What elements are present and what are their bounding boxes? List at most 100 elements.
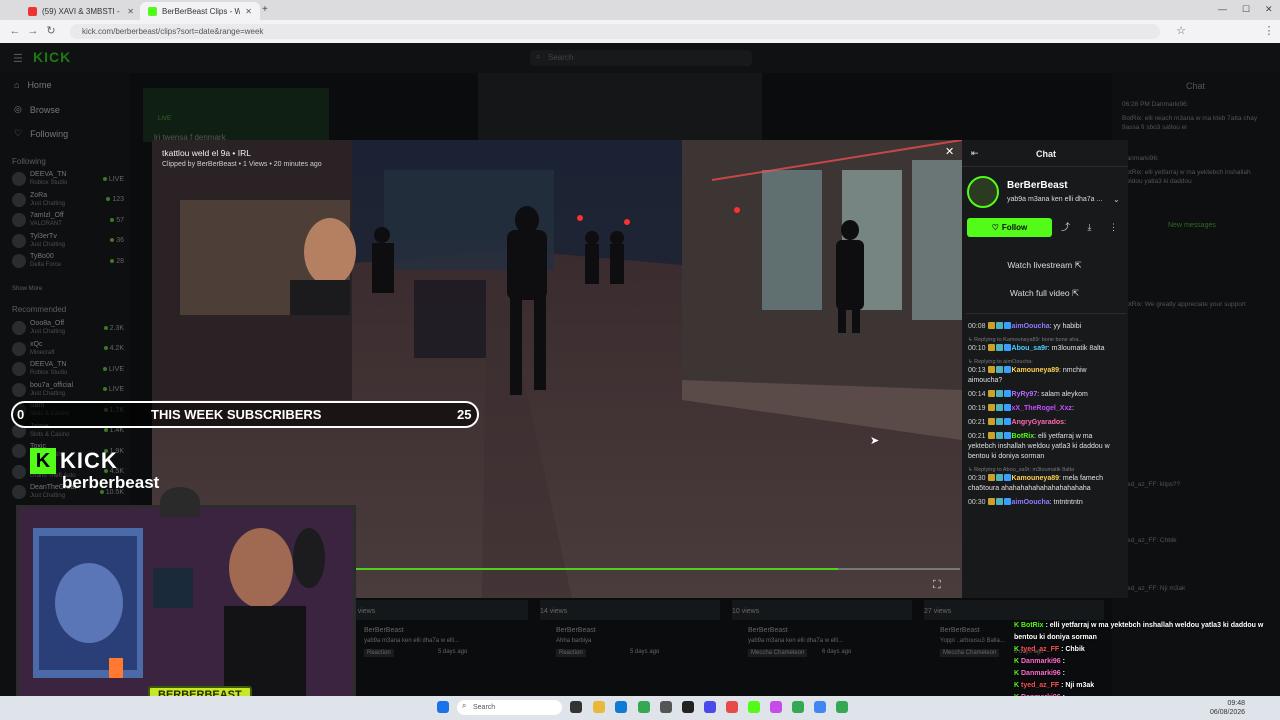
url-field[interactable]: kick.com/berberbeast/clips?sort=date&ran… — [70, 24, 1160, 39]
kick-k-icon: K — [1014, 670, 1021, 677]
kick-k-icon: K — [1014, 682, 1021, 689]
viewer-count-text: 4.2K — [109, 345, 124, 352]
kick-favicon-icon — [148, 6, 157, 16]
message-username[interactable]: aimOoucha — [1012, 499, 1050, 506]
app-icon[interactable] — [660, 701, 672, 713]
bg-chat-line: BotRix: elli reiach m3ana w ma kteb 7att… — [1122, 115, 1258, 131]
following-item[interactable]: ZoRa Just Chatting 123 — [12, 190, 124, 210]
message-username[interactable]: Kamouneya89 — [1012, 475, 1059, 482]
clip-tag[interactable]: Reaction — [556, 649, 586, 657]
windows-start-icon[interactable] — [437, 701, 449, 713]
chrome-icon[interactable] — [814, 701, 826, 713]
browser-tab-youtube[interactable]: (59) XAVI & 3MBSTI - OKI (Offic... ✕ — [20, 2, 142, 20]
sidebar-nav-following[interactable]: ♡ Following — [14, 128, 68, 139]
reply-context: ↳ Replying to aimOoucha: — [968, 359, 1033, 365]
hamburger-icon[interactable]: ☰ — [13, 52, 23, 65]
message-username[interactable]: AngryGyarados — [1012, 419, 1065, 426]
chrome-icon[interactable] — [792, 701, 804, 713]
following-item[interactable]: 7amIzl_Off VALORANT 57 — [12, 210, 124, 230]
video-progress-filled[interactable] — [352, 568, 839, 570]
message-username[interactable]: Kamouneya89 — [1012, 367, 1059, 374]
user-badge-icon — [995, 344, 1003, 351]
watch-livestream-button[interactable]: Watch livestream ⇱ — [967, 254, 1122, 276]
recommended-item[interactable]: bou7a_official Just Chatting LIVE — [12, 380, 124, 400]
clip-age: 5 days ago — [438, 649, 468, 655]
kick-app-icon[interactable] — [748, 701, 760, 713]
following-item[interactable]: Tyl3erTv Just Chatting 36 — [12, 231, 124, 251]
kick-logo[interactable]: KICK — [33, 49, 71, 65]
chat-message: 00:08 aimOoucha: yy habibi — [968, 322, 1120, 332]
viewer-count: 57 — [110, 217, 124, 224]
clip-tag[interactable]: Reaction — [364, 649, 394, 657]
channel-category: Just Chatting — [30, 329, 66, 335]
close-tab-icon[interactable]: ✕ — [127, 7, 134, 16]
reload-icon[interactable]: ↻ — [44, 24, 58, 38]
viewer-count: 1.4K — [103, 427, 124, 434]
kick-search-input[interactable]: Search — [530, 50, 752, 66]
viewer-count-text: 1.4K — [109, 427, 124, 434]
share-icon[interactable]: ⤴ — [1056, 218, 1075, 237]
back-icon[interactable]: ← — [8, 24, 22, 38]
obs-icon[interactable] — [682, 701, 694, 713]
mail-icon[interactable] — [704, 701, 716, 713]
clip-tag[interactable]: Meccha Chameleon — [748, 649, 808, 657]
overlay-chat-text: : Nji m3ak — [1059, 682, 1095, 689]
maximize-icon[interactable]: ☐ — [1242, 4, 1250, 15]
bookmark-star-icon[interactable]: ☆ — [1174, 24, 1188, 38]
avatar — [12, 444, 26, 458]
new-tab-button[interactable]: + — [262, 4, 268, 15]
minimize-icon[interactable]: — — [1218, 4, 1227, 14]
taskbar-search[interactable]: Search — [457, 700, 562, 715]
right-chat-title: Chat — [1186, 81, 1206, 91]
file-explorer-icon[interactable] — [593, 701, 605, 713]
streamer-avatar[interactable] — [967, 176, 999, 208]
message-username[interactable]: xX_TheRogel_Xxz — [1012, 405, 1072, 412]
message-username[interactable]: Abou_sa9r — [1012, 345, 1048, 352]
window-close-icon[interactable]: ✕ — [1265, 4, 1273, 15]
fullscreen-icon[interactable]: ⛶ — [933, 579, 941, 592]
download-icon[interactable]: ⤓ — [1080, 218, 1099, 237]
app-icon[interactable] — [770, 701, 782, 713]
app-icon[interactable] — [726, 701, 738, 713]
reply-context: ↳ Replying to Abou_sa9r: m3loumatik 8alt… — [968, 467, 1075, 473]
following-item[interactable]: TyBo00 Delta Force 28 — [12, 251, 124, 271]
edge-icon[interactable] — [615, 701, 627, 713]
clip-tag[interactable]: Meccha Chameleon — [940, 649, 1000, 657]
message-username[interactable]: aimOoucha — [1012, 323, 1050, 330]
browser-tab-kick[interactable]: BerBerBeast Clips - Watch ... ✕ — [140, 2, 260, 20]
message-username[interactable]: BotRix — [1012, 433, 1035, 440]
forward-icon[interactable]: → — [26, 24, 40, 38]
streamer-name[interactable]: BerBerBeast — [1007, 180, 1068, 191]
user-badge-icon — [987, 344, 995, 351]
clock-date: 06/08/2026 — [1210, 709, 1246, 716]
live-dot — [102, 387, 107, 391]
close-tab-icon[interactable]: ✕ — [245, 7, 252, 16]
message-text: : salam aleykom — [1037, 391, 1088, 398]
follow-button[interactable]: ♡ Follow — [967, 218, 1052, 237]
recommended-item[interactable]: DEEVA_TN Roblox Studio LIVE — [12, 359, 124, 379]
following-item[interactable]: DEEVA_TN Roblox Studio LIVE — [12, 169, 124, 189]
chat-message: 00:30 aimOoucha: tntntntntn — [968, 498, 1120, 508]
channel-text: Ooo8a_Off Just Chatting — [30, 319, 100, 337]
user-badge-icon — [995, 418, 1003, 425]
recommended-item[interactable]: xQc Minecraft 4.2K — [12, 339, 124, 359]
live-dot — [106, 197, 111, 201]
channel-text: ZoRa Just Chatting — [30, 191, 102, 209]
browser-menu-icon[interactable]: ⋮ — [1262, 24, 1276, 38]
chrome-icon[interactable] — [836, 701, 848, 713]
recommended-item[interactable]: Ooo8a_Off Just Chatting 2.3K — [12, 318, 124, 338]
chrome-icon[interactable] — [638, 701, 650, 713]
clip-author: BerBerBeast — [364, 627, 404, 634]
video-progress-remaining[interactable] — [838, 568, 960, 570]
bg-chat-line: 06:28 PM Danmarki96: — [1122, 101, 1189, 108]
chevron-down-icon[interactable]: ⌄ — [1113, 195, 1120, 204]
close-modal-icon[interactable]: ✕ — [945, 145, 954, 158]
sidebar-nav-home[interactable]: ⌂ Home — [14, 80, 51, 90]
sidebar-nav-browse[interactable]: ◎ Browse — [14, 104, 60, 115]
message-username[interactable]: RyRy97 — [1012, 391, 1038, 398]
task-view-icon[interactable] — [570, 701, 582, 713]
show-more-link[interactable]: Show More — [12, 286, 42, 292]
more-options-icon[interactable]: ⋮ — [1104, 218, 1123, 237]
watch-full-video-button[interactable]: Watch full video ⇱ — [967, 282, 1122, 304]
collapse-chat-icon[interactable]: ⇤ — [971, 148, 979, 159]
